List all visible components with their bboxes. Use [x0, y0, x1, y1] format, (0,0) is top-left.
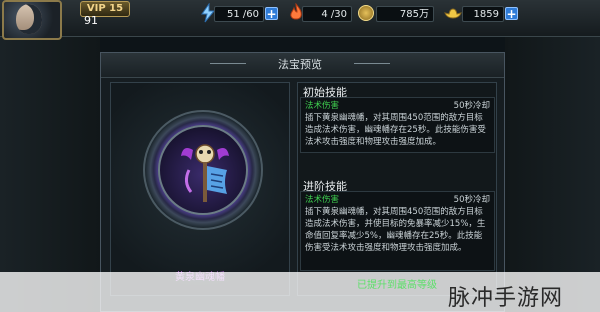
advanced-skill-type: 法术伤害 [305, 195, 340, 205]
advanced-skill-cooldown: 50秒冷却 [453, 195, 490, 205]
initial-skill-box: 法术伤害 50秒冷却 插下黄泉幽魂幡，对其周围450范围的敌方目标造成法术伤害，… [300, 97, 495, 153]
add-ingots-button[interactable]: + [505, 7, 518, 20]
avatar-portrait [16, 4, 42, 34]
initial-skill-type: 法术伤害 [305, 101, 340, 111]
dialog-title: 法宝预览 [278, 58, 322, 71]
site-watermark: 脉冲手游网 [448, 286, 564, 311]
gold-ingot-icon [443, 5, 463, 25]
background-right [505, 36, 600, 312]
ghost-banner-icon [165, 130, 245, 210]
advanced-skill-box: 法术伤害 50秒冷却 插下黄泉幽魂幡，对其周围450范围的敌方目标造成法术伤害，… [300, 191, 495, 271]
background-left [0, 36, 100, 312]
coins-value: 785万 [376, 6, 434, 22]
ingots-value: 1859 [462, 6, 504, 22]
initial-skill-cooldown: 50秒冷却 [453, 101, 490, 111]
coin-icon [358, 5, 374, 21]
energy-value: 4 /30 [302, 6, 352, 22]
initial-skill-description: 插下黄泉幽魂幡，对其周围450范围的敌方目标造成法术伤害，幽魂幡存在25秒。此技… [305, 113, 486, 147]
stamina-value: 51 /60 [214, 6, 264, 22]
add-stamina-button[interactable]: + [265, 7, 278, 20]
advanced-skill-description: 插下黄泉幽魂幡，对其周围450范围的敌方目标造成法术伤害，并使目标的免暴率减少1… [305, 207, 486, 253]
player-level: 91 [84, 14, 98, 27]
